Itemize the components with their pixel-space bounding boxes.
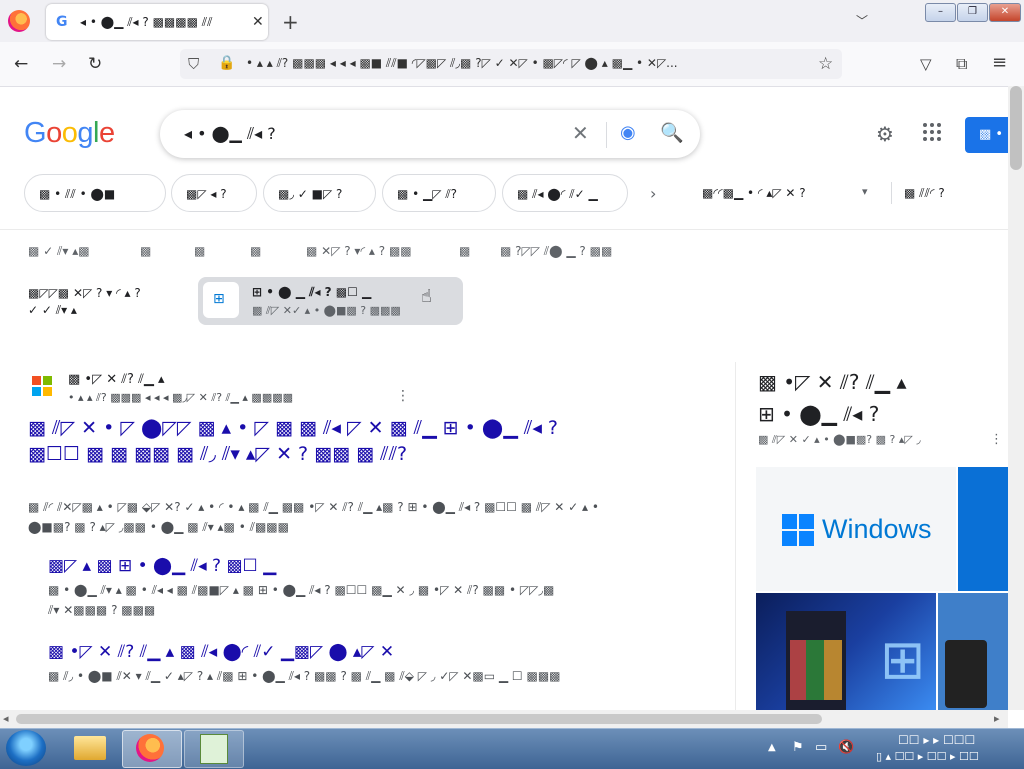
sitelink-snippet: ▩ ⫽◞ • ⬤■ ⫽✕ ▾ ⫽▁ ✓ ▴◸ ? ▴ ⫽▩ ⊞ • ⬤▁ ⫽◂ … xyxy=(48,669,561,683)
folder-icon xyxy=(74,736,106,760)
extensions-icon[interactable]: ⧉ xyxy=(956,54,967,74)
window-minimize-button[interactable]: – xyxy=(925,3,956,22)
tool-item[interactable]: ▩ ?◸◸ ⫽⬤ ▁ ? ▩▩ xyxy=(500,244,612,259)
window-close-button[interactable]: ✕ xyxy=(989,3,1021,22)
bookmark-star-icon[interactable]: ☆ xyxy=(818,54,833,74)
dropdown-arrow-icon[interactable]: ▾ xyxy=(862,185,868,198)
network-icon[interactable]: ▭ xyxy=(815,740,827,755)
tab-title: ◂ • ⬤▁ ⫽◂ ? ▩▩▩▩ ⫽⫽ xyxy=(80,14,213,29)
clear-search-icon[interactable]: ✕ xyxy=(572,121,589,145)
hamburger-menu-icon[interactable]: ≡ xyxy=(992,52,1007,73)
divider xyxy=(891,182,892,204)
filter-chip[interactable]: ▩ • ⫽⫽ • ⬤■ xyxy=(24,174,166,212)
divider xyxy=(606,122,607,148)
windows-logo-icon xyxy=(782,514,814,546)
sitelink-title[interactable]: ▩ •◸ ✕ ⫽? ⫽▁ ▴ ▩ ⫽◂ ⬤◜ ⫽✓ ▁▩◸ ⬤ ▴◸ ✕ xyxy=(48,642,394,662)
search-input[interactable]: ◂ • ⬤▁ ⫽◂ ? xyxy=(184,124,276,144)
windows-logo-icon: ⊞ xyxy=(880,628,926,691)
pocket-icon[interactable]: ▽ xyxy=(920,55,932,73)
more-options-icon[interactable]: ⋮ xyxy=(396,388,410,404)
knowledge-panel-subtitle: ▩ ⫽◸ ✕ ✓ ▴ • ⬤■▩? ▩ ? ▴◸ ◞ xyxy=(758,433,921,446)
tool-item[interactable]: ▩ ✓ ⫽▾ ▴▩ xyxy=(28,244,90,259)
firefox-icon xyxy=(136,734,164,762)
tab-close-icon[interactable]: ✕ xyxy=(252,14,264,30)
new-tab-button[interactable]: + xyxy=(282,10,299,34)
firefox-view-icon[interactable] xyxy=(8,10,30,32)
filter-chip[interactable]: ▩◸ ◂ ? xyxy=(171,174,257,212)
search-icon[interactable]: 🔍 xyxy=(660,121,684,144)
result-site-name[interactable]: ▩ •◸ ✕ ⫽? ⫽▁ ▴ xyxy=(68,372,165,387)
tracking-shield-icon[interactable]: ⛉ xyxy=(188,55,199,73)
clock-time[interactable]: ☐☐ ▸ ▸ ☐☐☐ xyxy=(898,733,975,747)
show-hidden-icons-icon[interactable]: ▲ xyxy=(768,742,776,753)
windows-wordmark: Windows xyxy=(822,514,932,544)
windows-logo-icon: ⊞ xyxy=(213,291,225,307)
back-icon[interactable]: ← xyxy=(14,54,28,74)
tab-list-icon[interactable]: ﹀ xyxy=(856,12,868,29)
reload-icon[interactable]: ↻ xyxy=(88,54,102,74)
window-maximize-button[interactable]: ❐ xyxy=(957,3,988,22)
start-menu-tiles xyxy=(790,640,842,700)
filter-dropdown[interactable]: ▩◜◜▩▁ • ◜ ▴◸ ✕ ? xyxy=(702,186,806,200)
knowledge-panel-title: ▩ •◸ ✕ ⫽? ⫽▁ ▴ ⊞ • ⬤▁ ⫽◂ ? xyxy=(758,370,907,426)
result-title-link[interactable]: ▩ ⫽◸ ✕ • ◸ ⬤◸◸ ▩ ▴ • ◸ ▩ ▩ ⫽◂ ◸ ✕ ▩ ⫽▁ ⊞… xyxy=(28,415,568,467)
tool-item[interactable]: ▩ xyxy=(250,244,261,258)
sitelink-title[interactable]: ▩◸ ▴ ▩ ⊞ • ⬤▁ ⫽◂ ? ▩☐ ▁ xyxy=(48,556,276,576)
google-logo[interactable]: Google xyxy=(24,117,115,150)
action-center-flag-icon[interactable]: ⚑ xyxy=(792,740,804,755)
related-searches-label: ▩◸◸▩ ✕◸ ? ▾ ◜ ▴ ? ✓ ✓ ⫽▾ ▴ xyxy=(28,286,141,317)
chevron-right-icon[interactable]: › xyxy=(650,184,656,203)
tool-item[interactable]: ▩ ✕◸ ? ▾◜ ▴ ? ▩▩ xyxy=(306,244,412,258)
lock-icon[interactable]: 🔒 xyxy=(218,55,235,71)
google-lens-icon[interactable]: ◉ xyxy=(620,122,636,143)
result-snippet: ▩ ⫽◜ ⫽✕◸▩ ▴ • ◸▩ ⬙◸ ✕? ✓ ▴ • ◜ • ▴ ▩ ⫽▁ … xyxy=(28,500,599,534)
result-url[interactable]: • ▴ ▴ ⫽? ▩▩▩ ◂ ◂ ◂ ▩◞◸ ✕ ⫽? ⫽▁ ▴ ▩▩▩▩ xyxy=(68,391,293,405)
google-favicon-icon: G xyxy=(56,14,68,30)
microsoft-logo-icon xyxy=(32,376,52,396)
more-options-icon[interactable]: ⋮ xyxy=(990,432,1003,447)
vertical-scroll-thumb[interactable] xyxy=(1010,86,1022,170)
tools-filter[interactable]: ▩ ⫽⫽◜ ? xyxy=(904,186,945,201)
phone-screenshot xyxy=(945,640,987,708)
notepad-icon xyxy=(200,734,228,764)
start-button[interactable] xyxy=(6,730,46,766)
divider xyxy=(735,362,736,712)
scroll-left-icon[interactable]: ◂ xyxy=(3,712,9,725)
filter-chip[interactable]: ▩◞ ✓ ■◸ ? xyxy=(263,174,376,212)
panel-image[interactable] xyxy=(958,467,1008,591)
tool-item[interactable]: ▩ xyxy=(194,244,205,258)
divider xyxy=(0,229,1008,230)
suggestion-title[interactable]: ⊞ • ⬤ ▁ ⫽◂ ? ▩☐ ▁ xyxy=(252,285,371,300)
hand-cursor-icon: ☝ xyxy=(421,286,432,307)
filter-chip[interactable]: ▩ ⫽◂ ⬤◜ ⫽✓ ▁ xyxy=(502,174,628,212)
forward-icon[interactable]: → xyxy=(52,54,66,74)
tool-item[interactable]: ▩ xyxy=(459,244,470,258)
url-text[interactable]: • ▴ ▴ ⫽? ▩▩▩ ◂ ◂ ◂ ▩■ ⫽⫽■ ◜◸▩◸ ⫽◞▩ ?◸ ✓ … xyxy=(246,56,806,71)
filter-chip[interactable]: ▩ • ▁◸ ⫽? xyxy=(382,174,496,212)
scroll-right-icon[interactable]: ▸ xyxy=(994,712,1000,725)
settings-gear-icon[interactable]: ⚙ xyxy=(876,122,894,146)
volume-muted-icon[interactable]: 🔇 xyxy=(838,740,854,755)
suggestion-subtitle: ▩ ⫽◸ ✕✓ ▴ • ⬤■▩ ? ▩▩▩ xyxy=(252,304,401,317)
vertical-scrollbar[interactable] xyxy=(1008,86,1024,710)
horizontal-scroll-thumb[interactable] xyxy=(16,714,822,724)
google-apps-icon[interactable] xyxy=(922,122,942,147)
clock-date[interactable]: ▯ ▴ ☐☐ ▸ ☐☐ ▸ ☐☐ xyxy=(876,750,979,763)
tool-item[interactable]: ▩ xyxy=(140,244,151,258)
tab-active[interactable]: G ◂ • ⬤▁ ⫽◂ ? ▩▩▩▩ ⫽⫽ ✕ xyxy=(46,4,268,40)
sitelink-snippet: ▩ • ⬤▁ ⫽▾ ▴ ▩ • ⫽◂ ◂ ▩ ⫽▩■◸ ▴ ▩ ⊞ • ⬤▁ ⫽… xyxy=(48,583,555,617)
